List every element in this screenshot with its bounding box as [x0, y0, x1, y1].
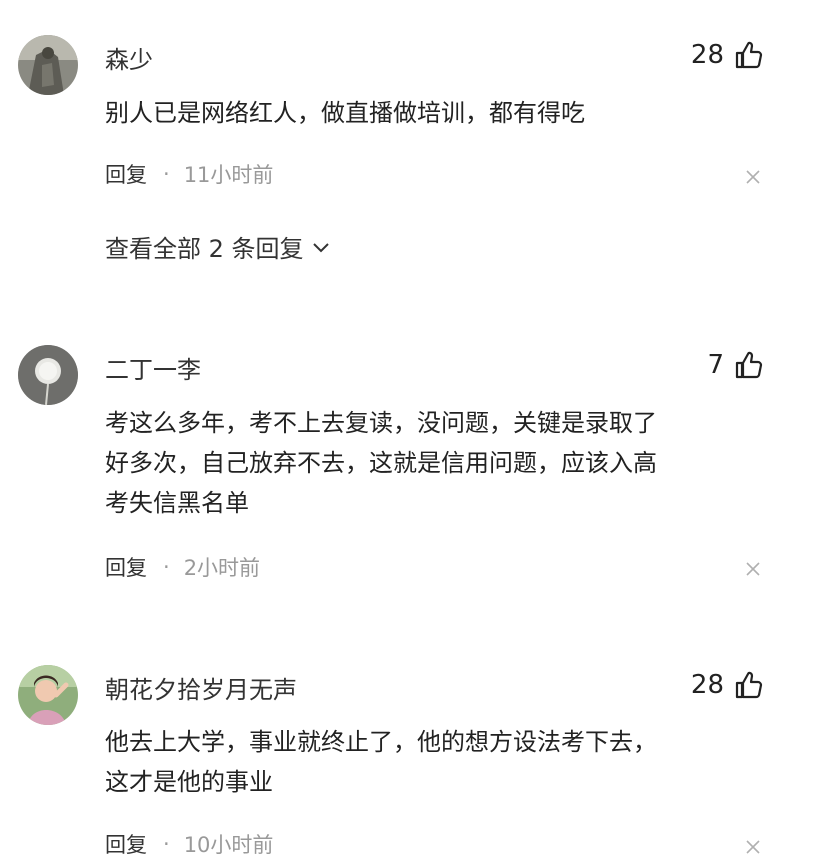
close-icon[interactable]: [746, 170, 760, 184]
comment-meta: 回复 · 11小时前: [105, 159, 273, 189]
separator-dot: ·: [163, 555, 170, 579]
username[interactable]: 森少: [105, 40, 153, 75]
reply-button[interactable]: 回复: [105, 552, 147, 582]
comment-text-line: 考这么多年，考不上去复读，没问题，关键是录取了: [105, 409, 657, 437]
close-icon[interactable]: [746, 562, 760, 576]
chevron-down-icon: [312, 242, 329, 252]
comment-text-line: 好多次，自己放弃不去，这就是信用问题，应该入高: [105, 449, 657, 477]
view-all-replies-label: 查看全部 2 条回复: [105, 235, 304, 263]
avatar[interactable]: [18, 35, 78, 95]
comment-meta: 回复 · 10小时前: [105, 829, 273, 859]
like-button[interactable]: 28: [691, 670, 764, 700]
like-count: 7: [707, 350, 724, 380]
separator-dot: ·: [163, 832, 170, 856]
timestamp: 10小时前: [183, 833, 274, 857]
reply-button[interactable]: 回复: [105, 159, 147, 189]
comment-item-1: 森少 28 别人已是网络红人，做直播做培训，都有得吃 回复 · 11小时前 查看…: [0, 0, 816, 300]
view-all-replies-button[interactable]: 查看全部 2 条回复: [105, 229, 330, 264]
comment-meta: 回复 · 2小时前: [105, 552, 260, 582]
thumbs-up-icon: [735, 351, 763, 379]
like-count: 28: [690, 40, 724, 70]
avatar[interactable]: [18, 345, 78, 405]
username[interactable]: 二丁一李: [105, 350, 201, 385]
comment-text-line: 这才是他的事业: [105, 768, 273, 796]
comment-text: 他去上大学，事业就终止了，他的想方设法考下去， 这才是他的事业: [105, 722, 775, 802]
like-button[interactable]: 28: [691, 40, 764, 70]
thumbs-up-icon: [735, 41, 763, 69]
avatar[interactable]: [18, 665, 78, 725]
thumbs-up-icon: [735, 671, 763, 699]
close-icon[interactable]: [746, 840, 760, 854]
like-count: 28: [690, 670, 724, 700]
timestamp: 2小时前: [183, 556, 261, 580]
comment-text: 考这么多年，考不上去复读，没问题，关键是录取了 好多次，自己放弃不去，这就是信用…: [105, 403, 775, 523]
separator-dot: ·: [163, 162, 170, 186]
comment-text-line: 考失信黑名单: [105, 489, 249, 517]
comment-text-line: 他去上大学，事业就终止了，他的想方设法考下去，: [105, 728, 657, 756]
reply-button[interactable]: 回复: [105, 829, 147, 859]
username[interactable]: 朝花夕拾岁月无声: [105, 670, 297, 705]
comment-text: 别人已是网络红人，做直播做培训，都有得吃: [105, 99, 585, 127]
like-button[interactable]: 7: [707, 350, 764, 380]
timestamp: 11小时前: [183, 163, 274, 187]
